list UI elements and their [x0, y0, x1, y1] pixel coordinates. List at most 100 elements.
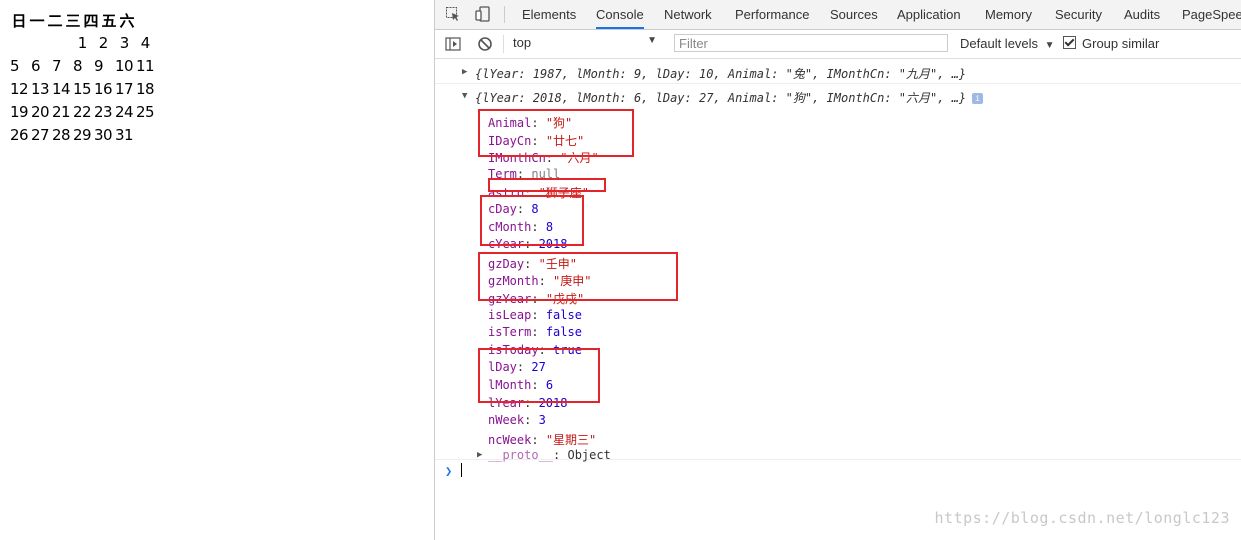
collapse-triangle-icon[interactable]: ▼ — [462, 91, 467, 101]
property-row[interactable]: isTerm: false — [488, 325, 582, 339]
levels-label: Default levels — [960, 36, 1039, 51]
calendar-day: 26 — [10, 126, 29, 144]
checkbox-checked-icon[interactable] — [1063, 36, 1076, 49]
tab-performance[interactable]: Performance — [735, 0, 809, 29]
highlight-box — [480, 195, 584, 246]
calendar-day: 2 — [98, 34, 109, 52]
devtools-tab-bar: Elements Console Network Performance Sou… — [435, 0, 1241, 30]
calendar-week-row: 26 27 28 29 30 31 — [10, 126, 136, 144]
clear-console-icon[interactable] — [477, 36, 493, 52]
calendar-day: 18 — [136, 80, 155, 98]
calendar-day: 8 — [73, 57, 83, 75]
property-row[interactable]: ▶ __proto__: Object — [477, 448, 611, 463]
levels-dropdown[interactable]: Default levels ▼ — [960, 36, 1055, 51]
group-similar-label: Group similar — [1082, 36, 1160, 51]
weekday-label: 一 — [29, 12, 45, 30]
context-value: top — [513, 35, 532, 50]
weekday-header: 日一二三四五六 — [10, 10, 136, 31]
calendar-day: 17 — [115, 80, 134, 98]
weekday-label: 六 — [119, 12, 135, 30]
calendar-week-row: 19 20 21 22 23 24 25 — [10, 103, 157, 121]
device-toolbar-icon[interactable] — [475, 6, 491, 22]
calendar-week-row: 5 6 7 8 9 10 11 — [10, 57, 157, 75]
calendar-day: 11 — [136, 57, 155, 75]
calendar-day: 10 — [115, 57, 134, 75]
calendar-day: 3 — [119, 34, 130, 52]
filter-input[interactable]: Filter — [674, 34, 948, 52]
expand-triangle-icon[interactable]: ▶ — [477, 450, 482, 460]
calendar-day: 6 — [31, 57, 41, 75]
tab-sources[interactable]: Sources — [830, 0, 878, 29]
group-similar-toggle[interactable]: Group similar — [1063, 36, 1159, 51]
property-value: Object — [567, 448, 611, 463]
calendar-day: 1 — [77, 34, 88, 52]
calendar-day: 27 — [31, 126, 50, 144]
calendar-day: 31 — [115, 126, 134, 144]
highlight-box — [478, 252, 678, 301]
tab-console[interactable]: Console — [596, 0, 644, 29]
console-message[interactable]: ▶ {lYear: 1987, lMonth: 9, lDay: 10, Ani… — [435, 59, 1241, 84]
property-key: isTerm — [488, 325, 532, 340]
calendar-page: 日一二三四五六 1234 5 6 7 8 9 10 11 12 13 14 15 16 17 18 19… — [0, 0, 434, 540]
calendar-day: 19 — [10, 103, 29, 121]
property-row[interactable]: isLeap: false — [488, 308, 582, 322]
calendar-day: 30 — [94, 126, 113, 144]
weekday-label: 五 — [101, 12, 117, 30]
property-value: 3 — [538, 413, 546, 428]
console-output: ▶ {lYear: 1987, lMonth: 9, lDay: 10, Ani… — [435, 59, 1241, 540]
property-value: false — [545, 307, 582, 322]
property-value: false — [545, 325, 582, 340]
tab-elements[interactable]: Elements — [522, 0, 576, 29]
weekday-label: 四 — [83, 12, 99, 30]
property-key: isLeap — [488, 307, 532, 322]
tab-application[interactable]: Application — [897, 0, 961, 29]
info-icon[interactable]: i — [972, 93, 984, 104]
calendar-day: 23 — [94, 103, 113, 121]
calendar-day: 16 — [94, 80, 113, 98]
expand-triangle-icon[interactable]: ▶ — [462, 67, 467, 77]
calendar-day: 9 — [94, 57, 104, 75]
tab-security[interactable]: Security — [1055, 0, 1102, 29]
calendar-day: 25 — [136, 103, 155, 121]
inspect-element-icon[interactable] — [445, 6, 461, 22]
toolbar-divider — [503, 35, 504, 53]
dropdown-arrow-icon: ▼ — [1044, 40, 1055, 51]
watermark: https://blog.csdn.net/longlc123 — [934, 509, 1230, 527]
calendar-day: 21 — [52, 103, 71, 121]
tab-network[interactable]: Network — [664, 0, 712, 29]
console-input-caret[interactable] — [461, 463, 462, 477]
calendar-week-row: 12 13 14 15 16 17 18 — [10, 80, 157, 98]
property-row[interactable]: nWeek: 3 — [488, 413, 546, 427]
weekday-label: 二 — [47, 12, 63, 30]
dropdown-arrow-icon: ▼ — [647, 35, 657, 46]
object-preview[interactable]: {lYear: 2018, lMonth: 6, lDay: 27, Anima… — [475, 89, 984, 106]
calendar-day: 24 — [115, 103, 134, 121]
weekday-label: 三 — [65, 12, 81, 30]
tab-pagespeed[interactable]: PageSpeed — [1182, 0, 1241, 29]
calendar-day: 4 — [140, 34, 151, 52]
property-row[interactable]: ncWeek: "星期三" — [488, 431, 596, 448]
calendar-day: 28 — [52, 126, 71, 144]
property-value: "星期三" — [545, 432, 597, 447]
object-preview-text: {lYear: 2018, lMonth: 6, lDay: 27, Anima… — [475, 91, 967, 105]
toolbar-divider — [504, 6, 505, 23]
calendar-day: 29 — [73, 126, 92, 144]
context-selector[interactable]: top ▼ — [513, 35, 657, 52]
calendar-day: 7 — [52, 57, 62, 75]
console-toolbar: top ▼ Filter Default levels ▼ Group simi… — [435, 30, 1241, 59]
property-key: nWeek — [488, 413, 525, 428]
calendar-day: 22 — [73, 103, 92, 121]
property-key: ncWeek — [488, 432, 532, 447]
weekday-label: 日 — [11, 12, 27, 30]
devtools-panel: Elements Console Network Performance Sou… — [434, 0, 1241, 540]
calendar-day: 20 — [31, 103, 50, 121]
calendar-day: 13 — [31, 80, 50, 98]
calendar-day: 12 — [10, 80, 29, 98]
show-sidebar-icon[interactable] — [445, 36, 461, 52]
highlight-box — [488, 178, 606, 192]
tab-audits[interactable]: Audits — [1124, 0, 1160, 29]
calendar-day: 15 — [73, 80, 92, 98]
tab-memory[interactable]: Memory — [985, 0, 1032, 29]
object-preview[interactable]: {lYear: 1987, lMonth: 9, lDay: 10, Anima… — [475, 65, 966, 82]
highlight-box — [478, 109, 634, 157]
